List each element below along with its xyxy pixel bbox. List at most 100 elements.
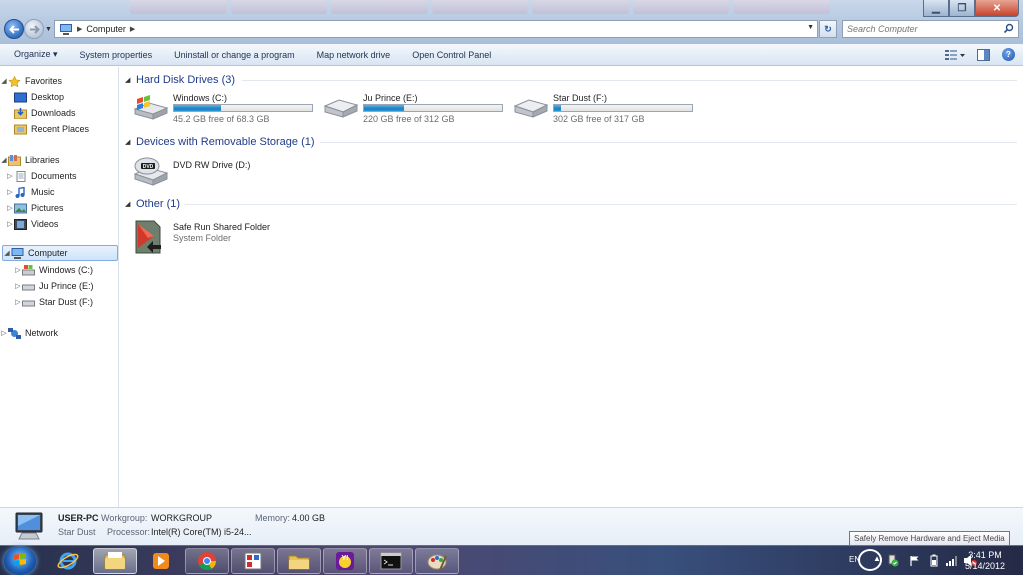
maximize-button[interactable]: ❐	[949, 0, 975, 17]
navigation-pane: ◢ Favorites Desktop Downloads Recent Pla…	[0, 67, 119, 507]
item-safe-run-shared-folder[interactable]: Safe Run Shared Folder System Folder	[133, 217, 318, 255]
nav-item-ju-prince-e[interactable]: ▷ Ju Prince (E:)	[0, 278, 118, 294]
search-box[interactable]	[842, 20, 1019, 38]
nav-item-videos[interactable]: ▷ Videos	[0, 216, 118, 232]
window-controls: ▁ ❐ ✕	[923, 0, 1019, 17]
nav-item-downloads[interactable]: Downloads	[0, 105, 118, 121]
nav-label: Windows (C:)	[39, 265, 94, 275]
nav-item-pictures[interactable]: ▷ Pictures	[0, 200, 118, 216]
nav-label: Computer	[28, 248, 68, 258]
expand-arrow-icon[interactable]: ▷	[0, 329, 8, 337]
preview-pane-icon[interactable]	[977, 48, 990, 61]
group-other[interactable]: ◢ Other (1)	[120, 196, 180, 212]
map-network-drive-button[interactable]: Map network drive	[306, 50, 402, 60]
expand-arrow-icon[interactable]: ▷	[6, 188, 14, 196]
help-icon[interactable]: ?	[1002, 48, 1015, 61]
breadcrumb-chevron-icon[interactable]: ▶	[77, 25, 82, 33]
drive-windows-c[interactable]: Windows (C:) 45.2 GB free of 68.3 GB	[133, 93, 318, 125]
collapse-arrow-icon[interactable]: ◢	[125, 138, 135, 146]
expand-arrow-icon[interactable]: ◢	[0, 156, 8, 164]
nav-libraries[interactable]: ◢ Libraries	[0, 152, 118, 168]
close-button[interactable]: ✕	[975, 0, 1019, 17]
music-icon	[15, 186, 25, 198]
change-view-icon[interactable]	[945, 49, 965, 61]
taskbar-chrome[interactable]	[185, 548, 229, 574]
command-prompt-icon	[380, 552, 402, 570]
system-drive-icon	[133, 95, 169, 120]
uninstall-program-button[interactable]: Uninstall or change a program	[163, 50, 306, 60]
nav-item-documents[interactable]: ▷ Documents	[0, 168, 118, 184]
organize-button[interactable]: Organize ▾	[0, 49, 69, 60]
action-center-flag-icon[interactable]	[909, 555, 920, 566]
system-tray: EN ▲ 3:41 PM 5/14/2012	[823, 546, 1023, 575]
address-dropdown-icon[interactable]: ▼	[807, 24, 814, 31]
taskbar-media-player[interactable]	[139, 548, 183, 574]
svg-text:Y!: Y!	[342, 555, 349, 562]
taskbar-paint-brush[interactable]	[415, 548, 459, 574]
taskbar-command-prompt[interactable]	[369, 548, 413, 574]
refresh-button[interactable]: ↻	[819, 20, 837, 38]
taskbar-paint-app[interactable]	[231, 548, 275, 574]
collapse-arrow-icon[interactable]: ◢	[125, 76, 135, 84]
drive-dvd-rw-d[interactable]: DVD DVD RW Drive (D:)	[133, 155, 318, 187]
internet-explorer-icon	[57, 552, 79, 570]
expand-arrow-icon[interactable]: ▷	[14, 298, 22, 306]
taskbar-yahoo-messenger[interactable]: Y!	[323, 548, 367, 574]
expand-arrow-icon[interactable]: ▷	[6, 204, 14, 212]
search-input[interactable]	[843, 21, 993, 37]
expand-arrow-icon[interactable]: ▷	[6, 172, 14, 180]
expand-arrow-icon[interactable]: ▷	[14, 282, 22, 290]
group-title: Hard Disk Drives (3)	[136, 74, 236, 86]
battery-icon[interactable]	[929, 554, 939, 567]
system-properties-button[interactable]: System properties	[69, 50, 164, 60]
group-hard-disk-drives[interactable]: ◢ Hard Disk Drives (3)	[120, 72, 235, 88]
drive-free-space: 220 GB free of 312 GB	[363, 114, 455, 124]
nav-computer[interactable]: ◢ Computer	[2, 245, 118, 261]
nav-label: Favorites	[25, 76, 63, 86]
expand-arrow-icon[interactable]: ◢	[0, 77, 8, 85]
address-bar[interactable]: ▶ Computer ▶ ▼	[54, 20, 818, 38]
nav-favorites[interactable]: ◢ Favorites	[0, 73, 118, 89]
taskbar-windows-explorer[interactable]	[93, 548, 137, 574]
forward-button[interactable]	[24, 19, 44, 39]
drive-star-dust-f[interactable]: Star Dust (F:) 302 GB free of 317 GB	[513, 93, 698, 125]
clock[interactable]: 3:41 PM 5/14/2012	[965, 550, 1005, 572]
wireless-signal-icon[interactable]	[946, 555, 958, 566]
nav-item-windows-c[interactable]: ▷ Windows (C:)	[0, 262, 118, 278]
folder-icon	[288, 555, 310, 570]
safely-remove-hardware-icon[interactable]	[886, 554, 899, 567]
back-button[interactable]	[4, 19, 24, 39]
taskbar-internet-explorer[interactable]	[46, 548, 90, 574]
hard-drive-icon	[22, 300, 35, 306]
drive-ju-prince-e[interactable]: Ju Prince (E:) 220 GB free of 312 GB	[323, 93, 508, 125]
group-title: Other (1)	[136, 198, 181, 210]
recent-pages-dropdown[interactable]: ▼	[45, 26, 52, 33]
nav-item-recent-places[interactable]: Recent Places	[0, 121, 118, 137]
expand-arrow-icon[interactable]: ▷	[14, 266, 22, 274]
drive-usage-fill	[554, 105, 561, 111]
expand-arrow-icon[interactable]: ▷	[6, 220, 14, 228]
minimize-button[interactable]: ▁	[923, 0, 949, 17]
group-removable-storage[interactable]: ◢ Devices with Removable Storage (1)	[120, 134, 315, 150]
start-button[interactable]	[4, 547, 36, 575]
drive-name: Ju Prince (E:)	[363, 93, 418, 103]
nav-label: Network	[25, 328, 59, 338]
breadcrumb-computer[interactable]: Computer	[86, 24, 126, 34]
nav-item-desktop[interactable]: Desktop	[0, 89, 118, 105]
system-drive-icon	[22, 264, 35, 275]
nav-network[interactable]: ▷ Network	[0, 325, 118, 341]
star-icon	[8, 75, 21, 87]
nav-item-star-dust-f[interactable]: ▷ Star Dust (F:)	[0, 294, 118, 310]
collapse-arrow-icon[interactable]: ◢	[125, 200, 135, 208]
breadcrumb-chevron-icon[interactable]: ▶	[130, 25, 135, 33]
memory-value: 4.00 GB	[292, 513, 326, 523]
nav-label: Recent Places	[31, 124, 90, 134]
taskbar-folder[interactable]	[277, 548, 321, 574]
item-name: Safe Run Shared Folder	[173, 222, 271, 232]
nav-label: Ju Prince (E:)	[39, 281, 94, 291]
search-icon[interactable]	[1003, 23, 1014, 34]
expand-arrow-icon[interactable]: ◢	[3, 249, 11, 257]
open-control-panel-button[interactable]: Open Control Panel	[401, 50, 502, 60]
nav-item-music[interactable]: ▷ Music	[0, 184, 118, 200]
computer-icon	[11, 247, 24, 259]
